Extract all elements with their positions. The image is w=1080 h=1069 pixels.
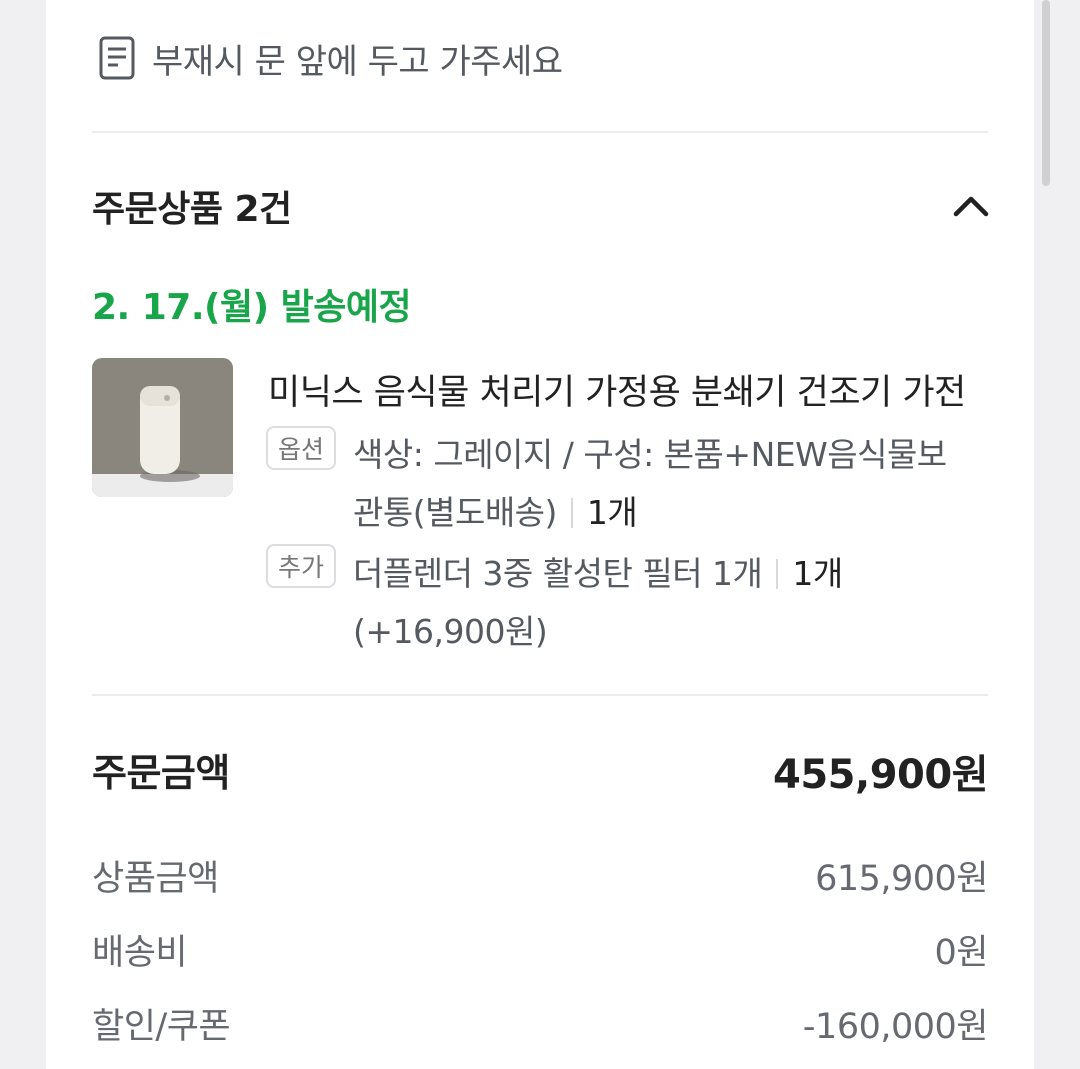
shipping-fee-label: 배송비 — [92, 933, 188, 973]
option-text-line2: 관통(별도배송) — [353, 493, 557, 532]
option-tag: 옵션 — [266, 426, 336, 470]
addon-price: (+16,900원) — [353, 612, 548, 651]
option-quantity: 1개 — [586, 493, 638, 532]
memo-icon — [99, 36, 135, 80]
option-text-line2-wrapper: 관통(별도배송) 1개 — [353, 486, 638, 534]
addon-text: 더플렌더 3중 활성탄 필터 1개 — [353, 554, 763, 593]
shipping-fee-value: 0원 — [934, 933, 989, 973]
product-amount-value: 615,900원 — [815, 859, 988, 899]
addon-quantity: 1개 — [792, 554, 843, 593]
separator — [776, 559, 779, 589]
delivery-memo-text: 부재시 문 앞에 두고 가주세요 — [152, 41, 563, 82]
order-items-title: 주문상품 2건 — [92, 189, 292, 230]
addon-text-wrapper: 더플렌더 3중 활성탄 필터 1개 1개 — [353, 547, 843, 595]
ship-date: 2. 17.(월) 발송예정 — [92, 287, 412, 328]
order-detail-card — [46, 0, 1034, 1069]
order-total-label: 주문금액 — [92, 751, 230, 795]
discount-label: 할인/쿠폰 — [92, 1007, 231, 1047]
separator — [570, 498, 573, 528]
scrollbar[interactable] — [1042, 0, 1050, 186]
discount-value: -160,000원 — [802, 1007, 989, 1047]
product-amount-label: 상품금액 — [92, 859, 219, 899]
product-thumbnail[interactable] — [92, 358, 233, 497]
addon-tag: 추가 — [266, 544, 336, 588]
divider — [92, 694, 988, 696]
product-name[interactable]: 미닉스 음식물 처리기 가정용 분쇄기 건조기 가전 — [268, 364, 988, 415]
chevron-up-icon[interactable] — [950, 186, 992, 226]
divider — [92, 131, 988, 133]
order-total-value: 455,900원 — [773, 752, 989, 798]
product-image — [92, 358, 233, 497]
option-text-line1: 색상: 그레이지 / 구성: 본품+NEW음식물보 — [353, 435, 947, 474]
delivery-memo: 부재시 문 앞에 두고 가주세요 — [98, 34, 563, 82]
